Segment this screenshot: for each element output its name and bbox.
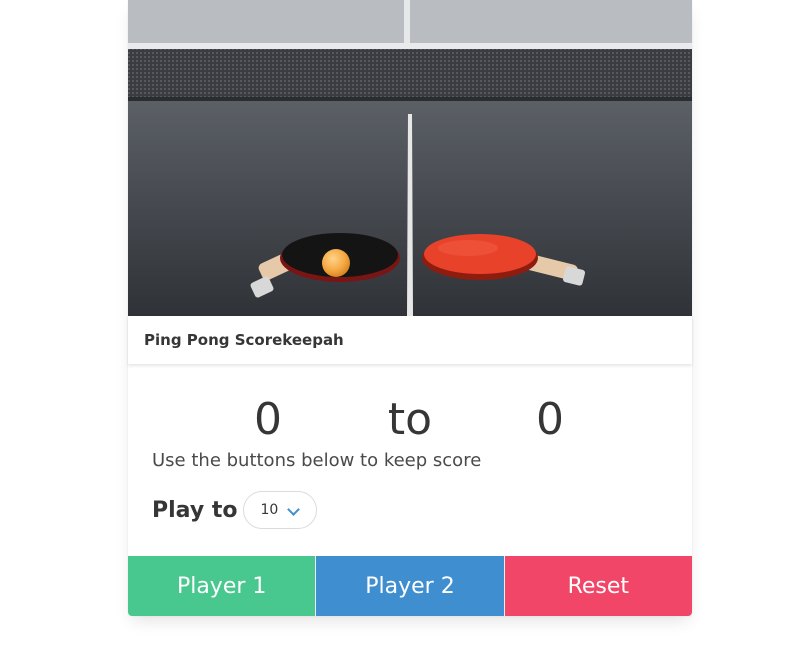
card-footer: Player 1 Player 2 Reset (128, 556, 692, 616)
ping-pong-photo (128, 0, 692, 316)
player1-button[interactable]: Player 1 (128, 556, 316, 616)
score-separator: to (387, 394, 433, 445)
chevron-down-icon (287, 503, 301, 516)
card-header: Ping Pong Scorekeepah (128, 316, 692, 364)
play-to-label: Play to (152, 497, 238, 523)
play-to-selected-value: 10 (260, 502, 279, 518)
score-panel: 0 to 0 Use the buttons below to keep sco… (128, 364, 692, 556)
player2-button[interactable]: Player 2 (315, 556, 504, 616)
play-to-row: Play to 10 (152, 491, 318, 529)
player2-score: 0 (536, 394, 564, 445)
instructions-text: Use the buttons below to keep score (152, 450, 482, 471)
player1-score: 0 (254, 394, 282, 445)
scorekeeper-card: Ping Pong Scorekeepah 0 to 0 Use the but… (128, 0, 692, 616)
play-to-select[interactable]: 10 (243, 491, 318, 529)
reset-button[interactable]: Reset (503, 556, 692, 616)
app-title: Ping Pong Scorekeepah (144, 331, 344, 349)
